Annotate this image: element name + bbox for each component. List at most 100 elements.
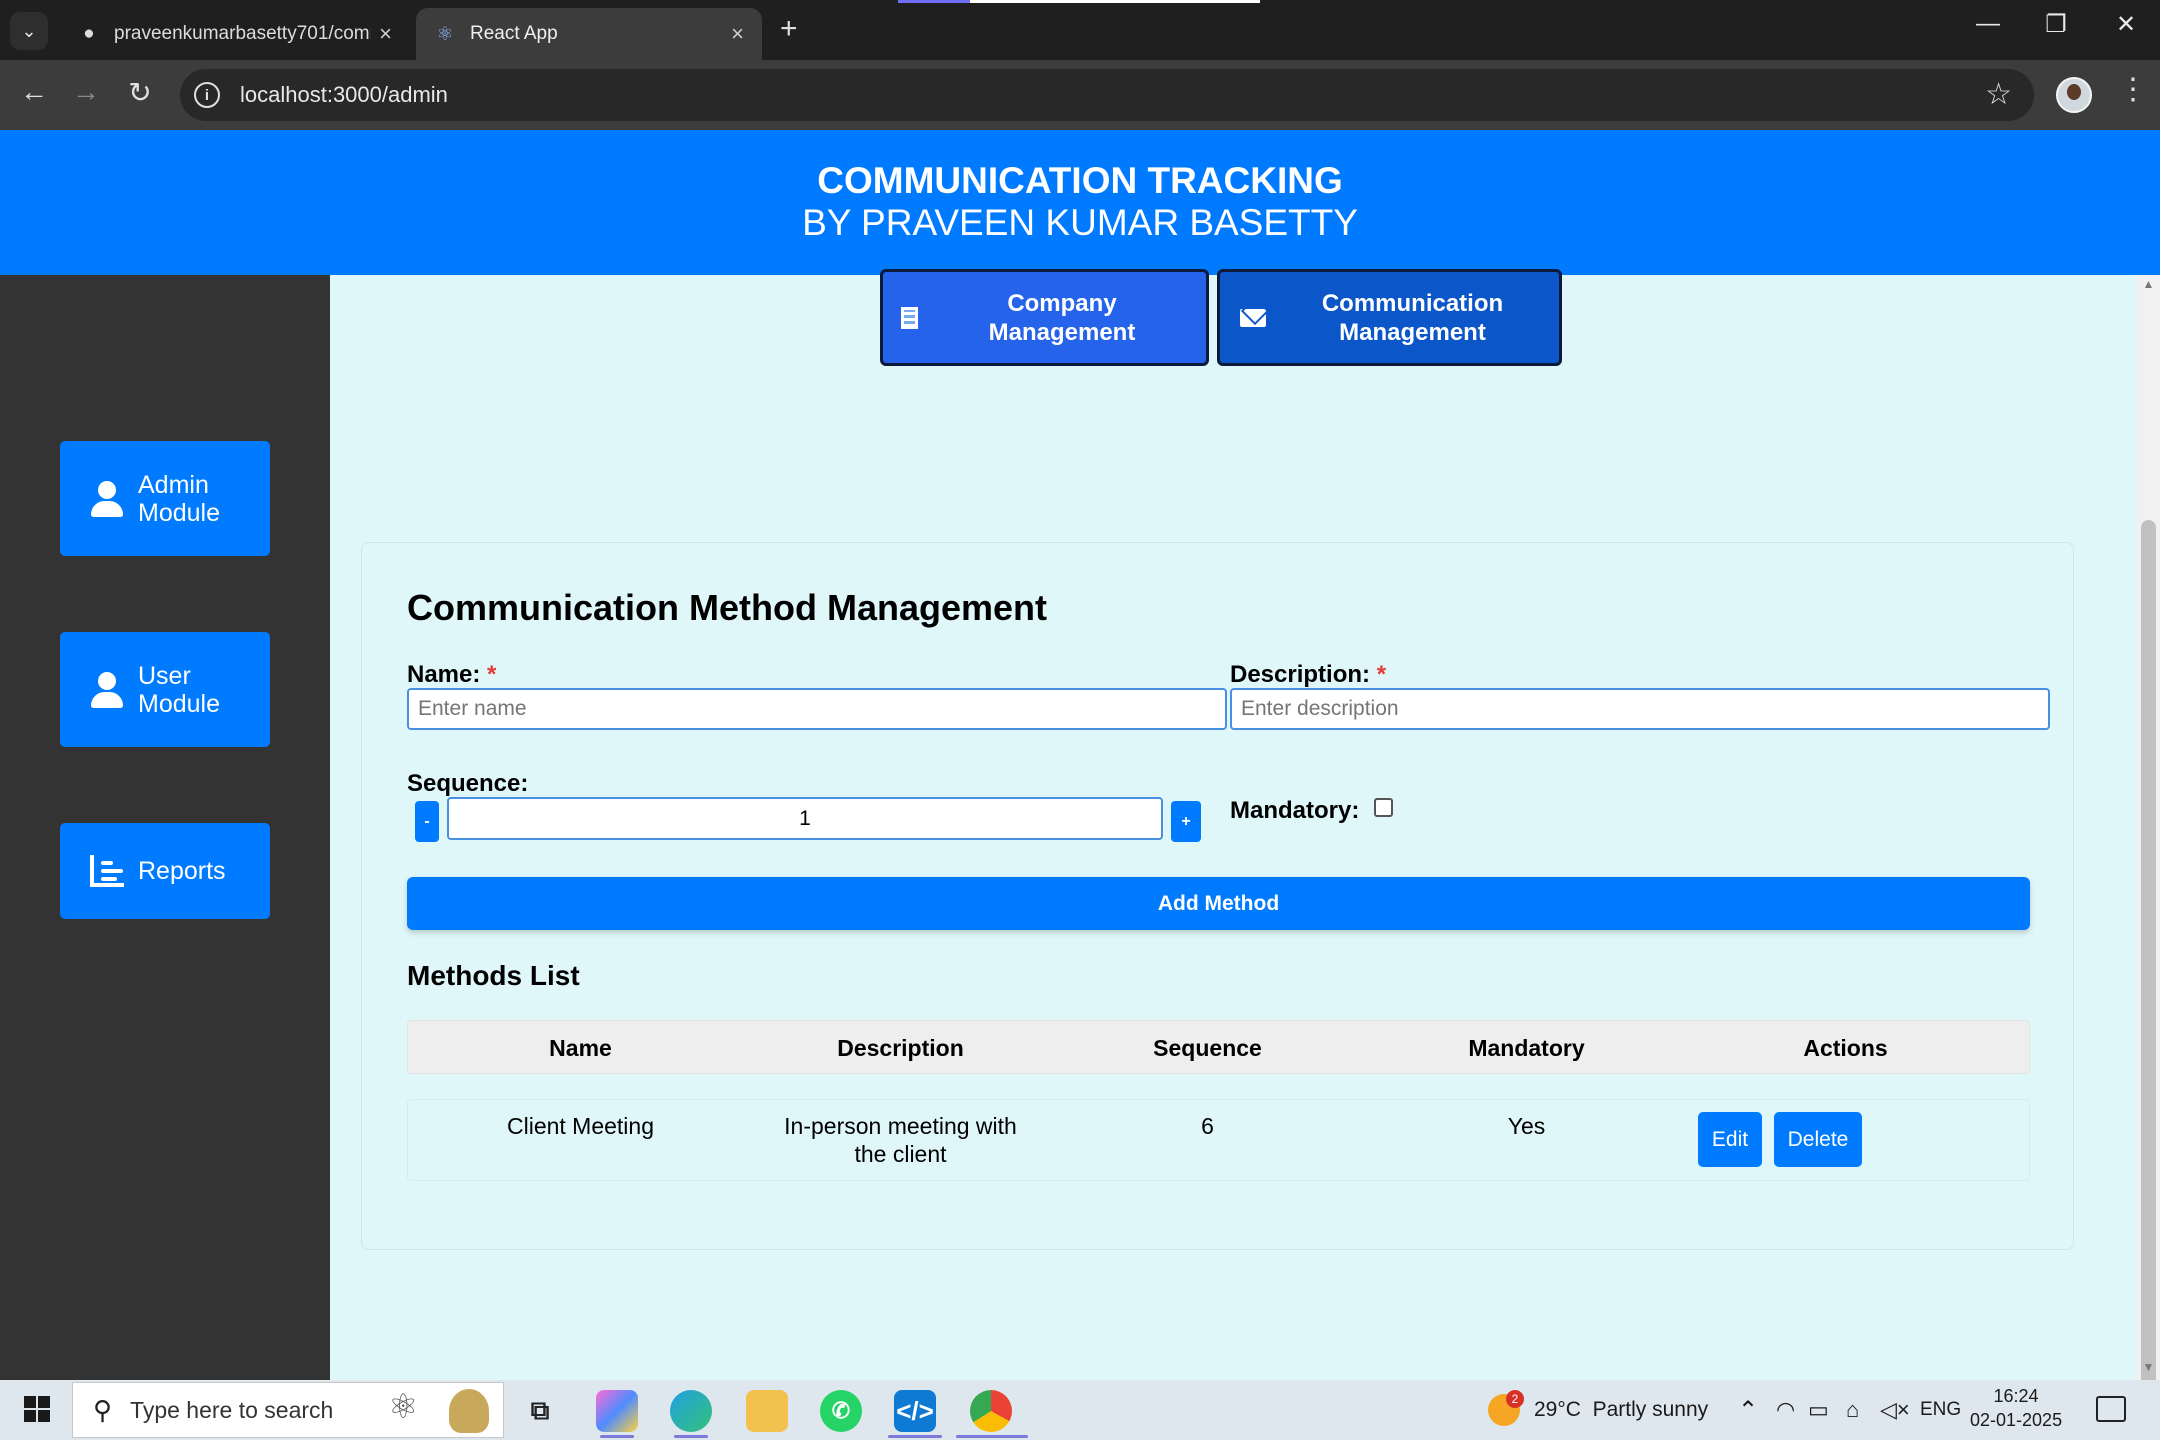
notification-icon[interactable]: [2096, 1396, 2126, 1422]
edit-button[interactable]: Edit: [1698, 1112, 1762, 1167]
chevron-down-icon: ⌄: [21, 20, 37, 41]
sidebar: Admin Module User Module Reports: [0, 275, 330, 1380]
column-header-name: Name: [549, 1035, 612, 1061]
new-tab-button[interactable]: +: [780, 12, 798, 46]
building-icon: [901, 306, 918, 329]
tab-title: React App: [470, 23, 558, 44]
method-management-card: Communication Method Management Name: * …: [361, 542, 2074, 1250]
required-mark: *: [487, 661, 497, 688]
column-header-description: Description: [837, 1035, 964, 1061]
name-label: Name: *: [407, 661, 497, 688]
description-input[interactable]: [1230, 688, 2050, 730]
app-title: COMMUNICATION TRACKING: [817, 160, 1343, 201]
chrome-icon[interactable]: [970, 1390, 1012, 1432]
envelope-icon: [1240, 308, 1266, 327]
page-scrollbar[interactable]: ▲ ▼: [2137, 275, 2160, 1380]
description-label: Description: *: [1230, 661, 1387, 688]
web-page: COMMUNICATION TRACKING BY PRAVEEN KUMAR …: [0, 130, 2160, 1380]
column-header-sequence: Sequence: [1153, 1035, 1262, 1061]
forward-icon[interactable]: →: [66, 76, 106, 108]
vscode-icon[interactable]: </>: [894, 1390, 936, 1432]
browser-tabstrip: ⌄ ● praveenkumarbasetty701/comr × ⚛ Reac…: [0, 0, 2160, 60]
clock-time: 16:24: [1993, 1386, 2039, 1406]
methods-list-title: Methods List: [407, 960, 580, 991]
sidebar-item-admin-module[interactable]: Admin Module: [60, 441, 270, 556]
cell-description: In-person meeting with the client: [784, 1113, 1017, 1167]
sidebar-item-label: User Module: [138, 661, 220, 718]
search-highlight-icon: [449, 1389, 489, 1433]
copilot-running-indicator: [600, 1435, 634, 1438]
sequence-input[interactable]: 1: [447, 797, 1163, 840]
mandatory-checkbox[interactable]: [1374, 798, 1393, 817]
search-placeholder: Type here to search: [130, 1396, 334, 1423]
increment-button[interactable]: +: [1171, 801, 1201, 842]
scrollbar-thumb[interactable]: [2141, 520, 2156, 1380]
site-info-icon[interactable]: i: [194, 82, 220, 108]
copilot-icon[interactable]: [596, 1390, 638, 1432]
scroll-up-icon[interactable]: ▲: [2137, 277, 2160, 291]
column-header-actions: Actions: [1803, 1035, 1888, 1061]
edge-icon[interactable]: [670, 1390, 712, 1432]
browser-tab-github[interactable]: ● praveenkumarbasetty701/comr ×: [60, 8, 410, 60]
close-window-icon[interactable]: ✕: [2096, 10, 2156, 39]
whatsapp-icon[interactable]: ✆: [820, 1390, 862, 1432]
column-header-mandatory: Mandatory: [1468, 1035, 1585, 1061]
scroll-down-icon[interactable]: ▼: [2137, 1360, 2160, 1374]
search-icon: ⚲: [93, 1394, 113, 1425]
table-header: Name Description Sequence Mandatory Acti…: [407, 1020, 2030, 1074]
tab-loading-indicator: [898, 0, 1260, 3]
edge-running-indicator: [674, 1435, 708, 1438]
browser-tab-react-app[interactable]: ⚛ React App ×: [416, 8, 762, 60]
weather-badge: 2: [1506, 1390, 1524, 1408]
tab-title: praveenkumarbasetty701/comr: [114, 23, 372, 44]
language-indicator[interactable]: ENG: [1920, 1380, 1961, 1440]
back-icon[interactable]: ←: [14, 76, 54, 108]
browser-menu-icon[interactable]: ⋮: [2118, 72, 2148, 107]
clock[interactable]: 16:24 02-01-2025: [1970, 1384, 2062, 1432]
reload-icon[interactable]: ↻: [120, 76, 160, 109]
windows-start-icon[interactable]: [24, 1396, 50, 1422]
sidebar-item-label: Admin Module: [138, 470, 220, 527]
sidebar-item-reports[interactable]: Reports: [60, 823, 270, 919]
communication-management-button[interactable]: Communication Management: [1217, 269, 1562, 366]
taskbar-search-box[interactable]: ⚲ Type here to search ⚛: [72, 1382, 504, 1438]
url-text: localhost:3000/admin: [240, 82, 448, 107]
battery-icon[interactable]: ▭: [1808, 1380, 1829, 1440]
meet-now-icon[interactable]: ⌂: [1846, 1380, 1859, 1440]
windows-taskbar: ⚲ Type here to search ⚛ ⧉ ✆ </> 2 29°C P…: [0, 1380, 2160, 1440]
react-icon: ⚛: [436, 23, 454, 45]
task-view-icon[interactable]: ⧉: [519, 1390, 561, 1432]
delete-button[interactable]: Delete: [1774, 1112, 1862, 1167]
app-header: COMMUNICATION TRACKING BY PRAVEEN KUMAR …: [0, 130, 2160, 275]
show-hidden-icons-icon[interactable]: ⌃: [1738, 1380, 1758, 1440]
user-icon: [90, 479, 124, 519]
button-label: Communication Management: [1321, 289, 1504, 346]
chrome-running-indicator: [956, 1435, 1028, 1438]
close-tab-icon[interactable]: ×: [379, 21, 392, 47]
cell-sequence: 6: [1201, 1113, 1214, 1139]
required-mark: *: [1376, 661, 1387, 688]
decrement-button[interactable]: -: [415, 801, 439, 842]
wifi-icon[interactable]: ◠: [1776, 1380, 1795, 1440]
table-row: Client Meeting In-person meeting with th…: [407, 1099, 2030, 1181]
close-tab-icon[interactable]: ×: [731, 21, 744, 47]
restore-icon[interactable]: ❐: [2026, 10, 2086, 39]
clock-date: 02-01-2025: [1970, 1410, 2063, 1430]
bookmark-star-icon[interactable]: ☆: [1985, 77, 2012, 112]
profile-avatar[interactable]: [2056, 77, 2092, 113]
add-method-button[interactable]: Add Method: [407, 877, 2030, 930]
app-subtitle: BY PRAVEEN KUMAR BASETTY: [802, 202, 1358, 243]
file-explorer-icon[interactable]: [746, 1390, 788, 1432]
minimize-icon[interactable]: —: [1958, 10, 2018, 38]
company-management-button[interactable]: Company Management: [880, 269, 1209, 366]
volume-muted-icon[interactable]: ◁×: [1880, 1380, 1910, 1440]
weather-text[interactable]: 29°C Partly sunny: [1534, 1380, 1708, 1440]
address-bar[interactable]: i localhost:3000/admin ☆: [180, 69, 2034, 121]
tab-search-button[interactable]: ⌄: [10, 12, 48, 50]
user-icon: [90, 670, 124, 710]
name-input[interactable]: [407, 688, 1227, 730]
github-icon: ●: [83, 23, 95, 44]
sidebar-item-user-module[interactable]: User Module: [60, 632, 270, 747]
vscode-running-indicator: [888, 1435, 942, 1438]
button-label: Company Management: [988, 289, 1136, 346]
